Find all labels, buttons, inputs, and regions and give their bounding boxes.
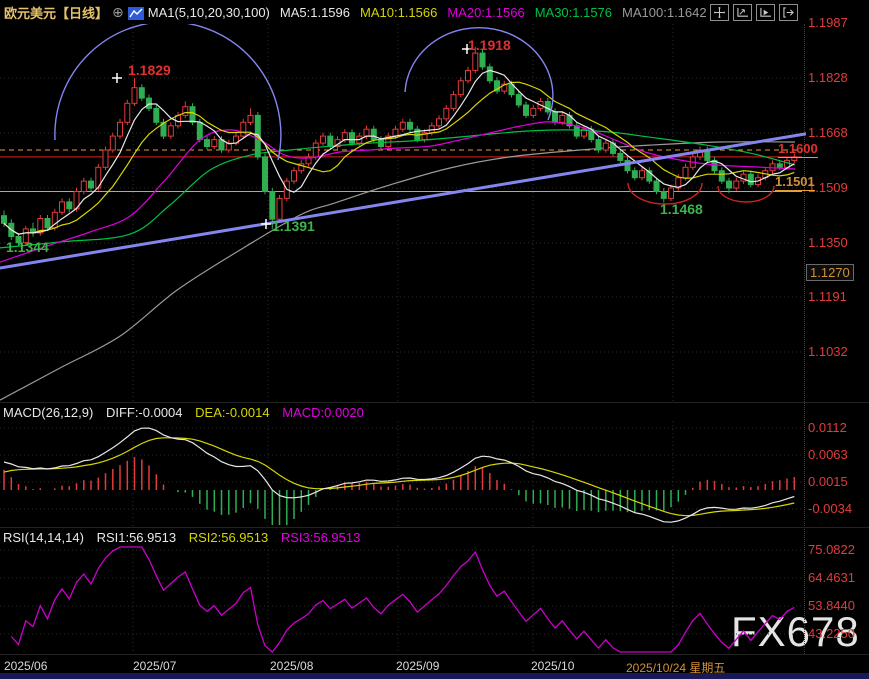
x-axis-label: 2025/07 [133,659,176,673]
x-axis-label: 2025/09 [396,659,439,673]
chart-annotation: 1.1829 [128,62,171,78]
chart-annotation: 1.1391 [272,218,315,234]
cross-marker [261,219,271,229]
ma30-value-label: MA30:1.1576 [535,5,612,20]
rsi1-value: RSI1:56.9513 [97,530,177,545]
macd-macd-value: MACD:0.0020 [282,405,364,420]
price-axis-label: 1.1350 [808,235,848,250]
chart-application: 欧元美元【日线】 ⊕ MA1(5,10,20,30,100) MA5:1.159… [0,0,869,679]
ma20-value-label: MA20:1.1566 [447,5,524,20]
symbol-period-label: 欧元美元【日线】 [4,3,108,22]
macd-axis-label: 0.0112 [808,420,847,435]
price-axis-label: 1.1191 [808,289,847,304]
x-axis-label: 2025/10 [531,659,574,673]
ma10-value-label: MA10:1.1566 [360,5,437,20]
ma-settings-label: MA1(5,10,20,30,100) [148,5,270,20]
rsi-header: RSI(14,14,14) RSI1:56.9513 RSI2:56.9513 … [3,530,369,545]
price-axis-label: 1.1668 [808,125,848,140]
panel-separator [0,654,869,655]
macd-panel[interactable] [0,421,806,527]
macd-title: MACD(26,12,9) [3,405,93,420]
dea-line [4,438,794,516]
macd-axis-label: 0.0015 [808,474,848,489]
rsi-title: RSI(14,14,14) [3,530,84,545]
price-axis-label: 1.1828 [808,70,848,85]
chart-annotation: 1.1918 [468,37,511,53]
rsi-axis-label: 64.4631 [808,570,855,585]
panel-separator [0,402,869,403]
zoom-extents-icon[interactable] [733,4,752,21]
price-axis-highlight-label: 1.1270 [806,264,854,281]
price-axis-label: 1.1032 [808,344,848,359]
macd-diff-value: DIFF:-0.0004 [106,405,183,420]
annotation-arc [55,24,281,160]
rsi-axis-label: 75.0822 [808,542,855,557]
price-axis-label: 1.1987 [808,15,848,30]
macd-dea-value: DEA:-0.0014 [195,405,269,420]
macd-header: MACD(26,12,9) DIFF:-0.0004 DEA:-0.0014 M… [3,405,373,420]
add-indicator-icon[interactable]: ⊕ [112,4,124,21]
cross-marker [112,73,122,83]
chart-annotation: 1.1468 [660,201,703,217]
autoplay-icon[interactable] [756,4,775,21]
move-tool-icon[interactable] [710,4,729,21]
rsi-line [11,547,794,652]
jump-latest-icon[interactable] [779,4,798,21]
rsi3-value: RSI3:56.9513 [281,530,361,545]
diff-line [4,428,794,522]
x-axis-label: 2025/06 [4,659,47,673]
ma5-value-label: MA5:1.1596 [280,5,350,20]
rsi-panel[interactable] [0,546,806,654]
macd-axis-label: 0.0063 [808,447,848,462]
rsi-axis-label: 43.2250 [808,626,855,641]
rsi-axis-label: 53.8440 [808,598,855,613]
bottom-strip [0,673,869,679]
chart-toolbar [706,4,798,21]
x-axis-label: 2025/08 [270,659,313,673]
panel-separator [0,527,869,528]
chart-annotation: 1.1344 [6,239,49,255]
indicator-chart-icon[interactable] [128,7,144,20]
chart-annotation: 1.1600 [778,141,818,158]
ma100-value-label: MA100:1.1642 [622,5,707,20]
macd-axis-label: -0.0034 [808,501,852,516]
chart-annotation: 1.1501 [775,174,815,191]
rsi2-value: RSI2:56.9513 [189,530,269,545]
